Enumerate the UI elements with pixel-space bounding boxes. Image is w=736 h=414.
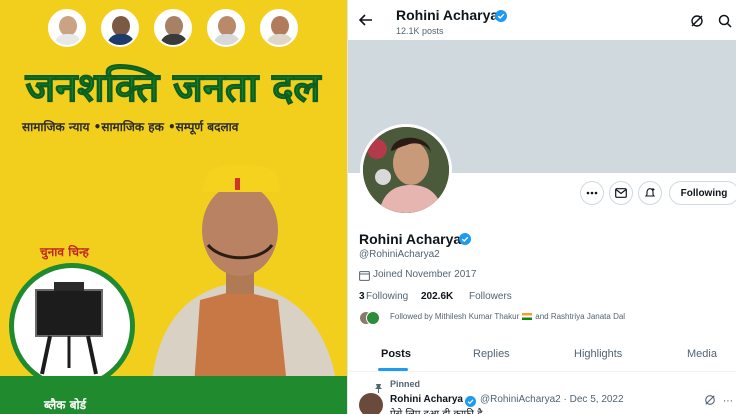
tab-highlights[interactable]: Highlights [574, 348, 622, 360]
more-dots-icon[interactable]: ⋯ [723, 396, 733, 407]
x-profile-page: Rohini Acharya 12.1K posts Following Roh [347, 0, 736, 414]
india-flag-icon [522, 313, 533, 321]
header-name: Rohini Acharya [396, 7, 499, 23]
active-tab-indicator [378, 368, 408, 371]
followers-link[interactable]: Followers [469, 291, 512, 302]
followed-by-text[interactable]: Followed by Mithilesh Kumar Thakur and Ra… [390, 312, 625, 321]
message-button[interactable] [609, 181, 633, 205]
display-name: Rohini Acharya [359, 231, 462, 247]
verified-badge-icon [459, 232, 471, 250]
election-symbol [9, 263, 135, 389]
tab-replies[interactable]: Replies [473, 348, 510, 360]
tab-posts[interactable]: Posts [381, 348, 411, 360]
calendar-icon [359, 268, 370, 286]
portrait-4 [207, 9, 245, 47]
verified-badge-icon [495, 9, 507, 27]
tweet-handle-date[interactable]: @RohiniAcharya2 · Dec 5, 2022 [480, 394, 624, 405]
portrait-5 [260, 9, 298, 47]
party-name: जनशक्ति जनता दल [25, 65, 321, 112]
tweet-text: ऐसे लिए दुआ ही काफी है [390, 406, 482, 414]
pinned-label: Pinned [390, 379, 421, 389]
election-symbol-label: चुनाव चिन्ह [40, 245, 89, 259]
bell-plus-icon [644, 188, 656, 197]
back-arrow-icon[interactable] [356, 10, 376, 30]
following-link[interactable]: Following [366, 291, 408, 302]
leader-photo [150, 164, 340, 414]
portrait-3 [154, 9, 192, 47]
followed-by-names: Followed by Mithilesh Kumar Thakur [390, 312, 520, 321]
profile-tabs: Posts Replies Highlights Media [348, 335, 736, 372]
portrait-1 [48, 9, 86, 47]
followers-count[interactable]: 202.6K [421, 291, 453, 302]
avatar[interactable] [359, 393, 383, 414]
tab-media[interactable]: Media [687, 348, 717, 360]
following-button[interactable]: Following [669, 181, 736, 205]
grok-icon[interactable] [688, 12, 706, 30]
header-post-count: 12.1K posts [396, 26, 444, 36]
following-count[interactable]: 3 [359, 291, 365, 302]
joined-date: Joined November 2017 [373, 269, 477, 280]
party-poster: जनशक्ति जनता दल सामाजिक न्याय •सामाजिक ह… [0, 0, 347, 414]
profile-top-bar: Rohini Acharya 12.1K posts [348, 0, 736, 40]
notify-button[interactable] [638, 181, 662, 205]
profile-avatar[interactable] [360, 124, 452, 216]
grok-icon[interactable] [704, 393, 716, 411]
mail-icon [615, 188, 627, 198]
party-slogans: सामाजिक न्याय •सामाजिक हक •सम्पूर्ण बदला… [22, 120, 239, 134]
more-options-button[interactable] [580, 181, 604, 205]
profile-handle: @RohiniAcharya2 [359, 249, 440, 260]
more-dots-icon [586, 191, 598, 195]
followed-by-rest: and Rashtriya Janata Dal [535, 312, 626, 321]
followed-by-avatars[interactable] [359, 311, 381, 327]
search-icon[interactable] [716, 12, 734, 30]
blackboard-icon [35, 282, 103, 375]
avatar [366, 311, 380, 325]
portrait-2 [101, 9, 139, 47]
tweet-author-name[interactable]: Rohini Acharya [390, 394, 463, 405]
symbol-caption: ब्लैक बोर्ड [44, 398, 87, 412]
